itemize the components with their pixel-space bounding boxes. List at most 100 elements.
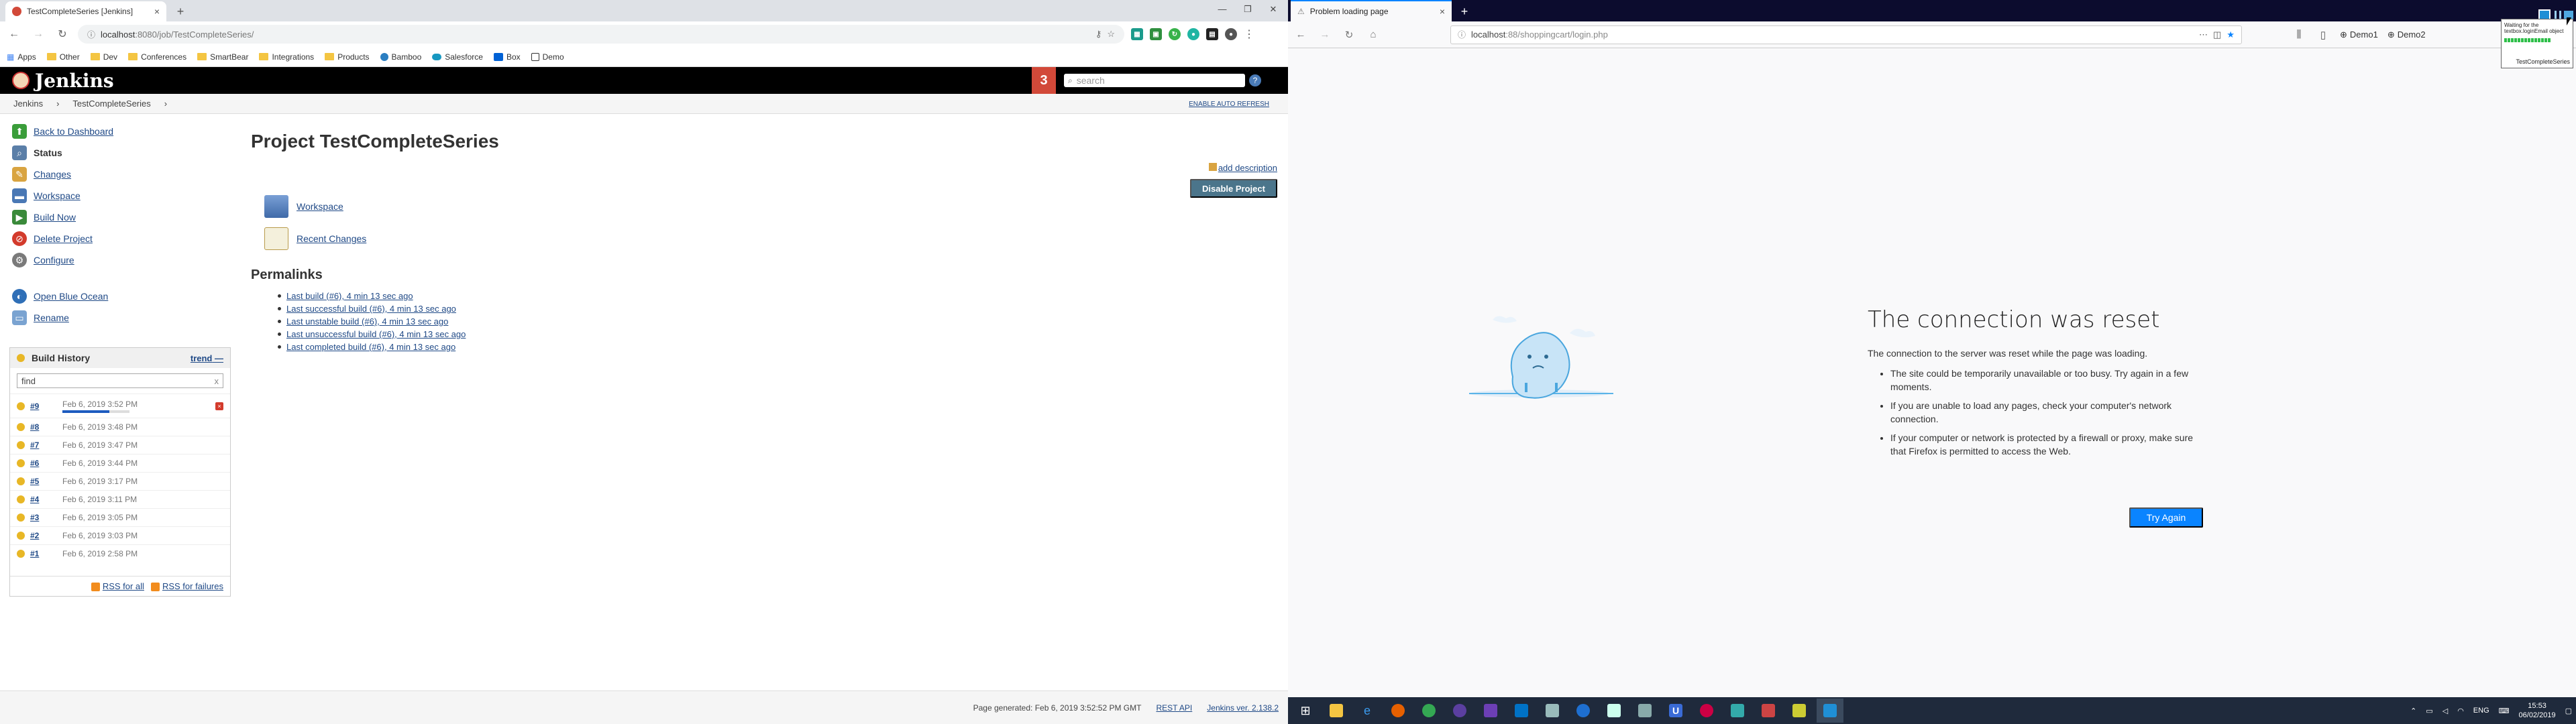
reload-icon[interactable]: ↻	[1342, 27, 1356, 42]
app-icon[interactable]	[1755, 699, 1782, 723]
task-configure[interactable]: ⚙ Configure	[12, 249, 235, 271]
breadcrumb-jenkins[interactable]: Jenkins	[13, 99, 43, 109]
back-icon[interactable]: ←	[5, 25, 23, 43]
vs-icon[interactable]	[1477, 699, 1504, 723]
build-number-link[interactable]: #9	[30, 402, 57, 411]
try-again-button[interactable]: Try Again	[2129, 507, 2203, 528]
build-number-link[interactable]: #4	[30, 495, 57, 504]
app-icon[interactable]	[1539, 699, 1566, 723]
bookmark-folder[interactable]: Conferences	[128, 52, 186, 62]
forward-icon[interactable]: →	[30, 25, 47, 43]
close-tab-icon[interactable]: ×	[1440, 6, 1445, 17]
firefox-tab[interactable]: ⚠ Problem loading page ×	[1291, 0, 1452, 21]
task-delete-project[interactable]: ⊘ Delete Project	[12, 228, 235, 249]
app-icon[interactable]	[1570, 699, 1597, 723]
edge-icon[interactable]: e	[1354, 699, 1381, 723]
breadcrumb-project[interactable]: TestCompleteSeries	[72, 99, 150, 109]
firefox-icon[interactable]	[1385, 699, 1411, 723]
file-explorer-icon[interactable]	[1323, 699, 1350, 723]
bookmark-folder[interactable]: Integrations	[259, 52, 314, 62]
bookmark-apps[interactable]: ▦ Apps	[7, 52, 36, 62]
permalink-item[interactable]: Last unsuccessful build (#6), 4 min 13 s…	[278, 328, 1277, 341]
abort-build-icon[interactable]: ×	[215, 402, 223, 410]
bookmark-demo[interactable]: Demo	[531, 52, 564, 62]
library-icon[interactable]: ⫼	[2292, 27, 2306, 42]
build-row[interactable]: #9 Feb 6, 2019 3:52 PM ×	[10, 394, 230, 418]
task-rename[interactable]: ▭ Rename	[12, 307, 235, 328]
task-open-blue-ocean[interactable]: ◐ Open Blue Ocean	[12, 286, 235, 307]
firefox-address-bar[interactable]: ⓘ localhost:88/shoppingcart/login.php ⋯ …	[1450, 25, 2242, 44]
app-u-icon[interactable]: U	[1662, 699, 1689, 723]
extension-icon[interactable]: ↻	[1169, 28, 1181, 40]
permalink-item[interactable]: Last successful build (#6), 4 min 13 sec…	[278, 302, 1277, 315]
enable-auto-refresh-link[interactable]: ENABLE AUTO REFRESH	[1189, 101, 1269, 108]
network-icon[interactable]: ▭	[2426, 707, 2432, 715]
rss-failures-link[interactable]: RSS for failures	[150, 581, 223, 592]
new-tab-button[interactable]: +	[1457, 4, 1472, 19]
volume-icon[interactable]: ◁	[2443, 707, 2448, 715]
language-indicator[interactable]: ENG	[2473, 707, 2489, 715]
app-icon[interactable]	[1693, 699, 1720, 723]
home-icon[interactable]: ⌂	[1366, 27, 1381, 42]
extension-icon[interactable]: ●	[1187, 28, 1199, 40]
new-tab-button[interactable]: +	[173, 4, 188, 19]
bookmark-star-icon[interactable]: ★	[2226, 29, 2235, 40]
build-row[interactable]: #7 Feb 6, 2019 3:47 PM	[10, 436, 230, 454]
build-number-link[interactable]: #6	[30, 459, 57, 468]
task-status[interactable]: ⌕ Status	[12, 142, 235, 164]
close-tab-icon[interactable]: ×	[154, 6, 160, 17]
task-changes[interactable]: ✎ Changes	[12, 164, 235, 185]
chrome-tab[interactable]: TestCompleteSeries [Jenkins] ×	[5, 1, 166, 21]
build-number-link[interactable]: #2	[30, 531, 57, 540]
bookmark-salesforce[interactable]: Salesforce	[432, 52, 483, 62]
close-window-button[interactable]: ✕	[1267, 4, 1280, 16]
workspace-link[interactable]: Workspace	[297, 201, 343, 212]
sidebar-icon[interactable]: ▯	[2316, 27, 2330, 42]
bookmark-folder[interactable]: Dev	[90, 52, 117, 62]
permalink-item[interactable]: Last unstable build (#6), 4 min 13 sec a…	[278, 315, 1277, 328]
info-icon[interactable]: ⓘ	[87, 29, 95, 40]
bookmark-bamboo[interactable]: Bamboo	[380, 52, 421, 62]
add-description-link[interactable]: add description	[1208, 163, 1277, 173]
extension-icon[interactable]: ▤	[1206, 28, 1218, 40]
build-row[interactable]: #1 Feb 6, 2019 2:58 PM	[10, 544, 230, 562]
rss-all-link[interactable]: RSS for all	[91, 581, 144, 592]
build-row[interactable]: #6 Feb 6, 2019 3:44 PM	[10, 454, 230, 472]
build-number-link[interactable]: #7	[30, 440, 57, 450]
trend-link[interactable]: trend —	[191, 353, 223, 363]
back-icon[interactable]: ←	[1293, 27, 1308, 42]
build-number-link[interactable]: #5	[30, 477, 57, 486]
key-icon[interactable]: ⚷	[1095, 29, 1102, 40]
build-number-link[interactable]: #3	[30, 513, 57, 522]
jenkins-search-box[interactable]: ⌕ search	[1064, 74, 1245, 87]
reload-icon[interactable]: ↻	[54, 25, 71, 43]
extension-icon[interactable]: ▦	[1131, 28, 1143, 40]
notifications-icon[interactable]: ▢	[2565, 707, 2572, 715]
app-icon[interactable]	[1786, 699, 1813, 723]
notification-badge[interactable]: 3	[1032, 67, 1056, 94]
page-actions-icon[interactable]: ⋯	[2199, 29, 2208, 40]
build-row[interactable]: #5 Feb 6, 2019 3:17 PM	[10, 472, 230, 490]
chat-icon[interactable]	[1601, 699, 1627, 723]
pocket-icon[interactable]: ◫	[2213, 29, 2221, 40]
rest-api-link[interactable]: REST API	[1156, 703, 1192, 713]
chevron-up-icon[interactable]: ⌃	[2410, 707, 2416, 715]
permalink-item[interactable]: Last build (#6), 4 min 13 sec ago	[278, 290, 1277, 302]
recent-changes-item[interactable]: Recent Changes	[264, 227, 1277, 250]
task-build-now[interactable]: ▶ Build Now	[12, 206, 235, 228]
jenkins-version-link[interactable]: Jenkins ver. 2.138.2	[1207, 703, 1279, 713]
keyboard-icon[interactable]: ⌨	[2499, 707, 2510, 715]
app-icon[interactable]	[1631, 699, 1658, 723]
forward-icon[interactable]: →	[1318, 27, 1332, 42]
maximize-button[interactable]: ❐	[1241, 4, 1254, 16]
bookmark-folder[interactable]: Other	[46, 52, 80, 62]
help-icon[interactable]: ?	[1249, 74, 1261, 86]
outlook-icon[interactable]	[1508, 699, 1535, 723]
clear-filter-icon[interactable]: x	[215, 376, 219, 386]
build-row[interactable]: #8 Feb 6, 2019 3:48 PM	[10, 418, 230, 436]
permalink-item[interactable]: Last completed build (#6), 4 min 13 sec …	[278, 341, 1277, 353]
minimize-button[interactable]: —	[1216, 4, 1229, 16]
bookmark-folder[interactable]: Products	[325, 52, 370, 62]
bookmark-folder[interactable]: SmartBear	[197, 52, 248, 62]
star-icon[interactable]: ☆	[1107, 29, 1115, 40]
